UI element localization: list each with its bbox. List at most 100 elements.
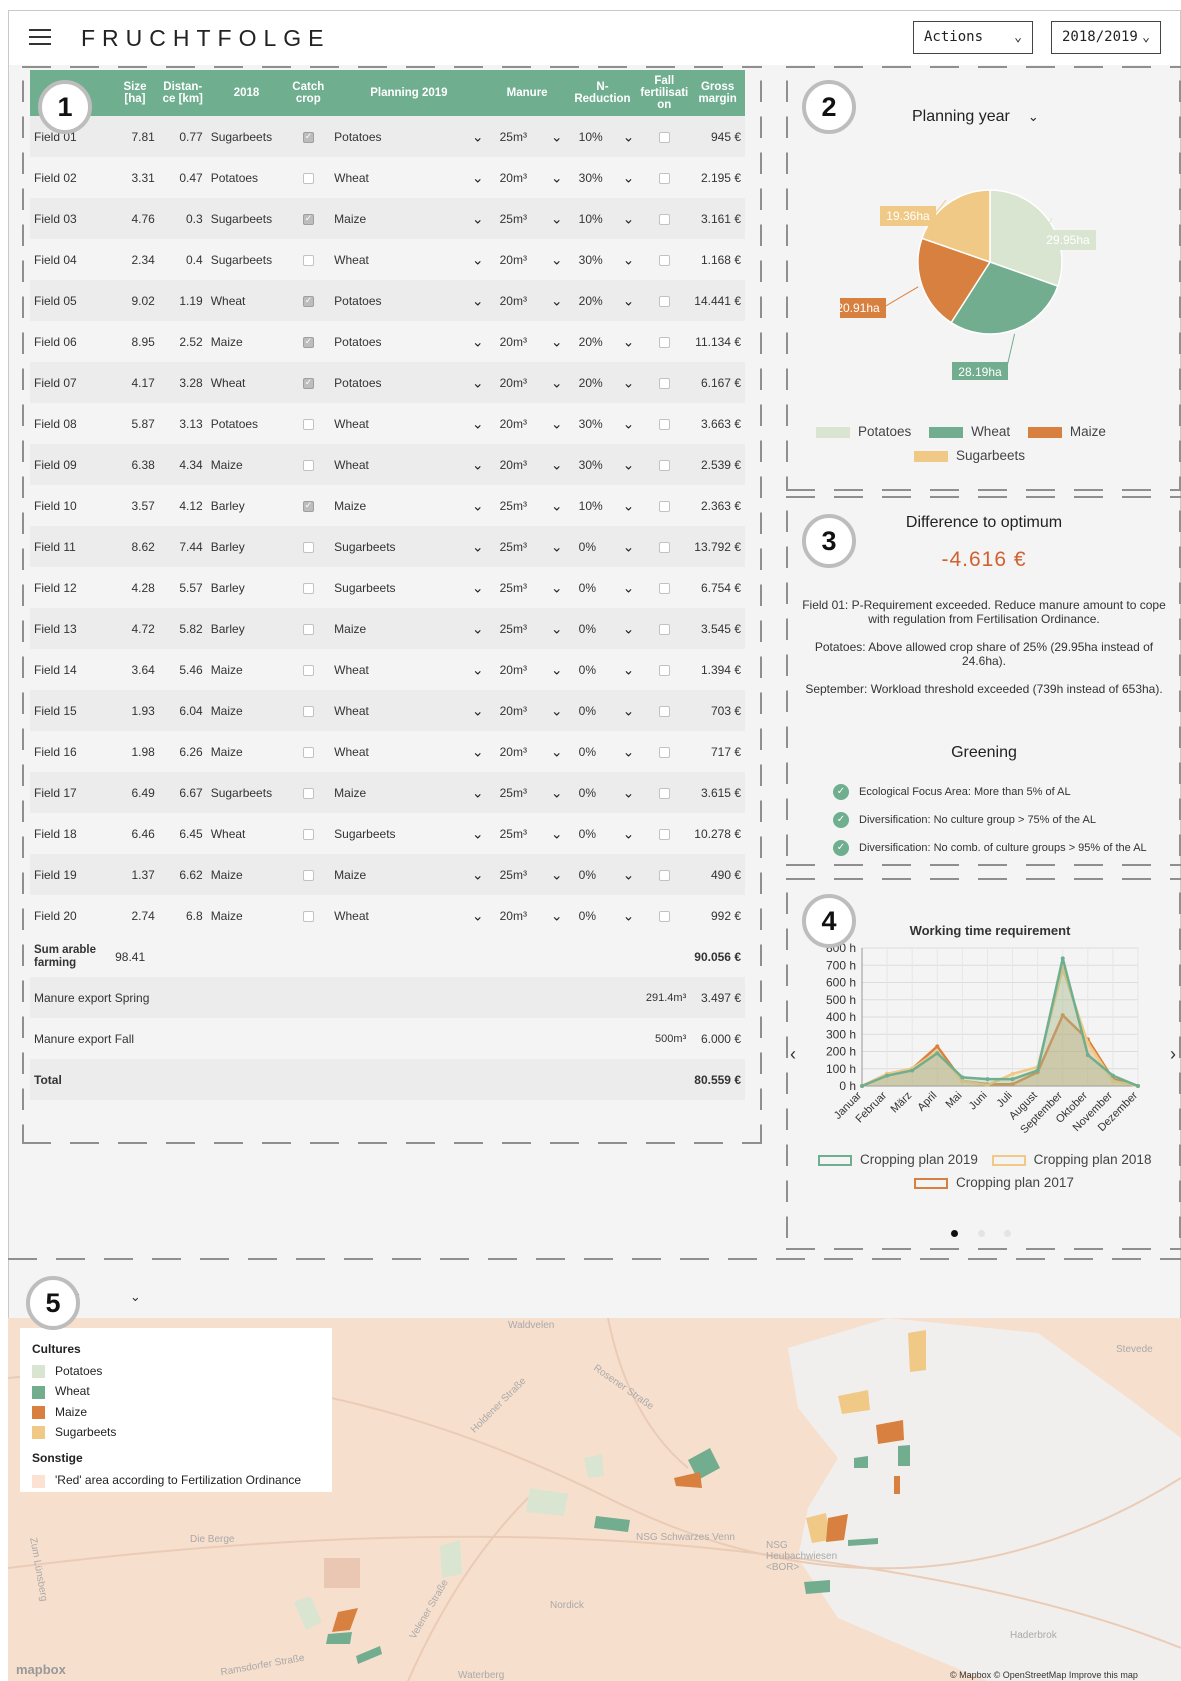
catch-crop-checkbox[interactable] <box>302 664 314 676</box>
planning-crop-dropdown[interactable]: Maize ⌄ <box>330 854 488 895</box>
planning-crop-dropdown[interactable]: Wheat ⌄ <box>330 895 488 936</box>
fall-fertilisation-checkbox[interactable] <box>658 295 670 307</box>
manure-dropdown[interactable]: 20m³ ⌄ <box>487 239 567 280</box>
planning-crop-dropdown[interactable]: Wheat ⌄ <box>330 403 488 444</box>
planning-crop-dropdown[interactable]: Wheat ⌄ <box>330 690 488 731</box>
planning-crop-dropdown[interactable]: Potatoes ⌄ <box>330 321 488 362</box>
n-reduction-dropdown[interactable]: 0% ⌄ <box>566 649 639 690</box>
manure-dropdown[interactable]: 25m³ ⌄ <box>487 526 567 567</box>
manure-dropdown[interactable]: 25m³ ⌄ <box>487 567 567 608</box>
n-reduction-dropdown[interactable]: 0% ⌄ <box>566 895 639 936</box>
n-reduction-dropdown[interactable]: 10% ⌄ <box>566 198 639 239</box>
fall-fertilisation-checkbox[interactable] <box>658 828 670 840</box>
n-reduction-dropdown[interactable]: 30% ⌄ <box>566 403 639 444</box>
catch-crop-checkbox[interactable] <box>302 746 314 758</box>
planning-crop-dropdown[interactable]: Wheat ⌄ <box>330 731 488 772</box>
n-reduction-dropdown[interactable]: 0% ⌄ <box>566 567 639 608</box>
planning-crop-dropdown[interactable]: Maize ⌄ <box>330 772 488 813</box>
manure-dropdown[interactable]: 25m³ ⌄ <box>487 198 567 239</box>
manure-dropdown[interactable]: 20m³ ⌄ <box>487 403 567 444</box>
fall-fertilisation-checkbox[interactable] <box>658 172 670 184</box>
fall-fertilisation-checkbox[interactable] <box>658 418 670 430</box>
fall-fertilisation-checkbox[interactable] <box>658 336 670 348</box>
planning-crop-dropdown[interactable]: Potatoes ⌄ <box>330 362 488 403</box>
planning-crop-dropdown[interactable]: Maize ⌄ <box>330 608 488 649</box>
carousel-dot-2[interactable] <box>978 1230 985 1237</box>
next-chart-arrow[interactable]: › <box>1170 1044 1176 1065</box>
hamburger-menu-icon[interactable] <box>29 29 51 47</box>
mapbox-logo[interactable]: mapbox <box>16 1662 66 1677</box>
manure-dropdown[interactable]: 25m³ ⌄ <box>487 608 567 649</box>
n-reduction-dropdown[interactable]: 20% ⌄ <box>566 321 639 362</box>
planning-crop-dropdown[interactable]: Potatoes ⌄ <box>330 116 488 157</box>
catch-crop-checkbox[interactable] <box>302 459 314 471</box>
fall-fertilisation-checkbox[interactable] <box>658 623 670 635</box>
n-reduction-dropdown[interactable]: 10% ⌄ <box>566 485 639 526</box>
catch-crop-checkbox[interactable] <box>302 377 314 389</box>
season-dropdown[interactable]: 2018/2019 ⌄ <box>1051 21 1161 54</box>
fall-fertilisation-checkbox[interactable] <box>658 705 670 717</box>
actions-dropdown[interactable]: Actions ⌄ <box>913 21 1033 54</box>
previous-chart-arrow[interactable]: ‹ <box>790 1044 796 1065</box>
fall-fertilisation-checkbox[interactable] <box>658 910 670 922</box>
catch-crop-checkbox[interactable] <box>302 828 314 840</box>
n-reduction-dropdown[interactable]: 0% ⌄ <box>566 854 639 895</box>
catch-crop-checkbox[interactable] <box>302 131 314 143</box>
fall-fertilisation-checkbox[interactable] <box>658 377 670 389</box>
fall-fertilisation-checkbox[interactable] <box>658 213 670 225</box>
planning-crop-dropdown[interactable]: Wheat ⌄ <box>330 157 488 198</box>
manure-dropdown[interactable]: 20m³ ⌄ <box>487 321 567 362</box>
n-reduction-dropdown[interactable]: 0% ⌄ <box>566 526 639 567</box>
planning-crop-dropdown[interactable]: Maize ⌄ <box>330 485 488 526</box>
planning-crop-dropdown[interactable]: Potatoes ⌄ <box>330 280 488 321</box>
manure-dropdown[interactable]: 25m³ ⌄ <box>487 485 567 526</box>
fall-fertilisation-checkbox[interactable] <box>658 541 670 553</box>
catch-crop-checkbox[interactable] <box>302 172 314 184</box>
n-reduction-dropdown[interactable]: 0% ⌄ <box>566 772 639 813</box>
manure-dropdown[interactable]: 20m³ ⌄ <box>487 690 567 731</box>
manure-dropdown[interactable]: 20m³ ⌄ <box>487 157 567 198</box>
manure-dropdown[interactable]: 20m³ ⌄ <box>487 649 567 690</box>
n-reduction-dropdown[interactable]: 20% ⌄ <box>566 362 639 403</box>
carousel-dot-3[interactable] <box>1004 1230 1011 1237</box>
fall-fertilisation-checkbox[interactable] <box>658 664 670 676</box>
fall-fertilisation-checkbox[interactable] <box>658 746 670 758</box>
n-reduction-dropdown[interactable]: 20% ⌄ <box>566 280 639 321</box>
catch-crop-checkbox[interactable] <box>302 787 314 799</box>
fall-fertilisation-checkbox[interactable] <box>658 582 670 594</box>
planning-year-dropdown[interactable]: Planning year ⌄ <box>912 108 1039 126</box>
manure-dropdown[interactable]: 25m³ ⌄ <box>487 813 567 854</box>
manure-dropdown[interactable]: 20m³ ⌄ <box>487 280 567 321</box>
fall-fertilisation-checkbox[interactable] <box>658 869 670 881</box>
n-reduction-dropdown[interactable]: 30% ⌄ <box>566 157 639 198</box>
n-reduction-dropdown[interactable]: 0% ⌄ <box>566 813 639 854</box>
catch-crop-checkbox[interactable] <box>302 295 314 307</box>
n-reduction-dropdown[interactable]: 30% ⌄ <box>566 239 639 280</box>
planning-crop-dropdown[interactable]: Wheat ⌄ <box>330 444 488 485</box>
catch-crop-checkbox[interactable] <box>302 582 314 594</box>
fall-fertilisation-checkbox[interactable] <box>658 500 670 512</box>
catch-crop-checkbox[interactable] <box>302 541 314 553</box>
planning-crop-dropdown[interactable]: Wheat ⌄ <box>330 649 488 690</box>
catch-crop-checkbox[interactable] <box>302 869 314 881</box>
planning-crop-dropdown[interactable]: Maize ⌄ <box>330 198 488 239</box>
catch-crop-checkbox[interactable] <box>302 500 314 512</box>
manure-dropdown[interactable]: 25m³ ⌄ <box>487 116 567 157</box>
catch-crop-checkbox[interactable] <box>302 910 314 922</box>
n-reduction-dropdown[interactable]: 30% ⌄ <box>566 444 639 485</box>
catch-crop-checkbox[interactable] <box>302 213 314 225</box>
catch-crop-checkbox[interactable] <box>302 336 314 348</box>
n-reduction-dropdown[interactable]: 0% ⌄ <box>566 731 639 772</box>
fall-fertilisation-checkbox[interactable] <box>658 459 670 471</box>
carousel-dot-1[interactable] <box>951 1230 958 1237</box>
planning-crop-dropdown[interactable]: Sugarbeets ⌄ <box>330 567 488 608</box>
planning-crop-dropdown[interactable]: Sugarbeets ⌄ <box>330 813 488 854</box>
manure-dropdown[interactable]: 20m³ ⌄ <box>487 895 567 936</box>
fall-fertilisation-checkbox[interactable] <box>658 131 670 143</box>
manure-dropdown[interactable]: 20m³ ⌄ <box>487 362 567 403</box>
catch-crop-checkbox[interactable] <box>302 705 314 717</box>
map-attribution[interactable]: © Mapbox © OpenStreetMap Improve this ma… <box>950 1670 1138 1680</box>
manure-dropdown[interactable]: 20m³ ⌄ <box>487 731 567 772</box>
n-reduction-dropdown[interactable]: 0% ⌄ <box>566 608 639 649</box>
catch-crop-checkbox[interactable] <box>302 623 314 635</box>
